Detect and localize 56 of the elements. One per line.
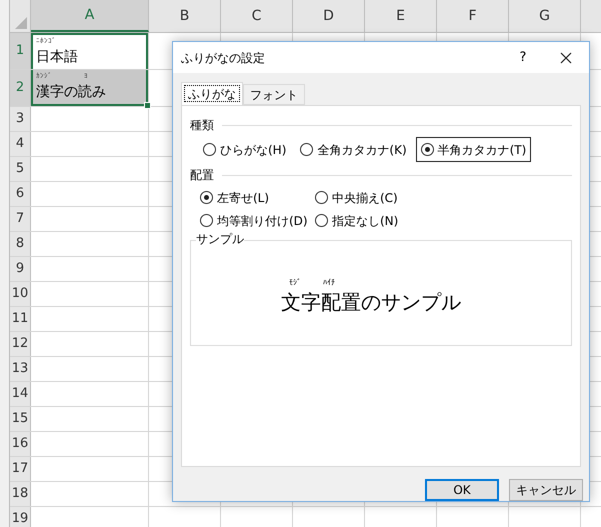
furigana-text: ﾊｲﾁ [323,277,335,289]
tab[interactable]: ふりがな [181,82,243,105]
column-header[interactable]: C [221,0,293,32]
radio-button[interactable] [200,191,213,204]
cell-text: 日本語 [36,48,79,67]
radio-button[interactable] [200,214,213,227]
row-header[interactable]: 15 [10,407,31,431]
row-header[interactable]: 10 [10,282,31,306]
row-header[interactable]: 5 [10,157,31,181]
column-header[interactable]: E [365,0,437,32]
window-title: ふりがなの設定 [181,50,266,66]
radio-button[interactable] [315,191,328,204]
row-header[interactable]: 1 [10,33,31,69]
close-icon [560,52,572,64]
row-header[interactable]: 4 [10,132,31,156]
row-header[interactable]: 12 [10,332,31,356]
dialog-button[interactable]: キャンセル [509,479,583,501]
column-header[interactable]: B [149,0,221,32]
row-header[interactable]: 18 [10,482,31,506]
radio-option[interactable]: 中央揃え(C) [315,188,572,207]
group-title: 種類 [190,117,214,134]
row-header[interactable]: 13 [10,357,31,381]
row-header[interactable]: 8 [10,232,31,256]
tab[interactable]: フォント [243,84,305,105]
radio-button[interactable] [203,143,216,156]
column-header[interactable]: A [31,0,149,32]
row-header[interactable]: 6 [10,182,31,206]
group-title: サンプル [196,232,244,246]
radio-option[interactable]: ひらがな(H) [198,137,292,162]
column-header[interactable]: G [509,0,581,32]
radio-button[interactable] [315,214,328,227]
help-button[interactable]: ? [503,42,543,73]
row-header[interactable]: 7 [10,207,31,231]
radio-button[interactable] [300,143,314,156]
row-header[interactable]: 14 [10,382,31,406]
row-header[interactable]: 17 [10,457,31,481]
row-header[interactable]: 19 [10,507,31,527]
furigana-text: ﾓｼﾞ [289,277,301,289]
row-header[interactable]: 11 [10,307,31,331]
column-header[interactable]: F [437,0,509,32]
row-header[interactable]: 9 [10,257,31,281]
radio-option[interactable]: 全角カタカナ(K) [295,137,412,162]
row-header[interactable]: 3 [10,107,31,131]
radio-option[interactable]: 左寄せ(L) [200,188,315,207]
fill-handle[interactable] [144,102,151,109]
radio-option[interactable]: 均等割り付け(D) [200,211,315,230]
radio-option[interactable]: 指定なし(N) [315,211,572,230]
row-header[interactable]: 16 [10,432,31,456]
radio-button[interactable] [420,143,434,156]
cell-text: 漢字の読み [36,83,107,102]
radio-option[interactable]: 半角カタカナ(T) [416,137,532,162]
dialog-button[interactable]: OK [425,479,499,501]
column-header[interactable]: D [293,0,365,32]
group-title: 配置 [190,167,214,184]
row-header[interactable]: 2 [10,70,31,106]
sample-text: 文字配置のサンプル [281,289,462,315]
